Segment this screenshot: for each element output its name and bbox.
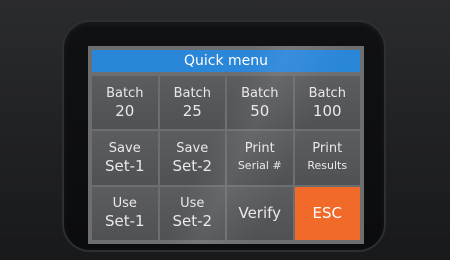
verify-button[interactable]: Verify	[227, 186, 293, 240]
device-panel: Quick menu Batch 20 Batch 25 Batch 50 Ba…	[0, 0, 450, 260]
button-label-bottom: 100	[312, 101, 342, 120]
button-label-top: Use	[112, 196, 137, 212]
button-label-top: Save	[176, 140, 209, 156]
button-label-top: Batch	[308, 85, 346, 101]
save-set-1-button[interactable]: Save Set-1	[92, 131, 158, 185]
print-serial-button[interactable]: Print Serial #	[227, 131, 293, 185]
button-label-bottom: 20	[115, 101, 135, 120]
touch-screen: Quick menu Batch 20 Batch 25 Batch 50 Ba…	[88, 46, 364, 244]
button-label-top: Save	[108, 140, 141, 156]
button-label-bottom: 50	[250, 101, 270, 120]
button-label-top: Batch	[106, 85, 144, 101]
button-label: ESC	[312, 204, 342, 223]
use-set-2-button[interactable]: Use Set-2	[159, 186, 225, 240]
use-set-1-button[interactable]: Use Set-1	[92, 186, 158, 240]
quick-menu-grid: Batch 20 Batch 25 Batch 50 Batch 100 Sav…	[92, 76, 360, 240]
button-label-bottom: Serial #	[237, 158, 282, 172]
button-label-bottom: Set-2	[172, 156, 213, 175]
button-label-bottom: Set-1	[104, 156, 145, 175]
esc-button[interactable]: ESC	[294, 186, 360, 240]
button-label: Verify	[238, 204, 282, 223]
print-results-button[interactable]: Print Results	[294, 131, 360, 185]
button-label-top: Print	[244, 140, 275, 156]
batch-25-button[interactable]: Batch 25	[159, 76, 225, 130]
button-label-top: Use	[180, 196, 205, 212]
batch-50-button[interactable]: Batch 50	[227, 76, 293, 130]
save-set-2-button[interactable]: Save Set-2	[159, 131, 225, 185]
button-label-top: Batch	[173, 85, 211, 101]
button-label-bottom: Set-2	[172, 212, 213, 231]
batch-100-button[interactable]: Batch 100	[294, 76, 360, 130]
button-label-top: Print	[312, 140, 343, 156]
button-label-bottom: 25	[182, 101, 202, 120]
button-label-top: Batch	[241, 85, 279, 101]
button-label-bottom: Set-1	[104, 212, 145, 231]
batch-20-button[interactable]: Batch 20	[92, 76, 158, 130]
menu-title: Quick menu	[92, 50, 360, 72]
button-label-bottom: Results	[307, 158, 348, 172]
